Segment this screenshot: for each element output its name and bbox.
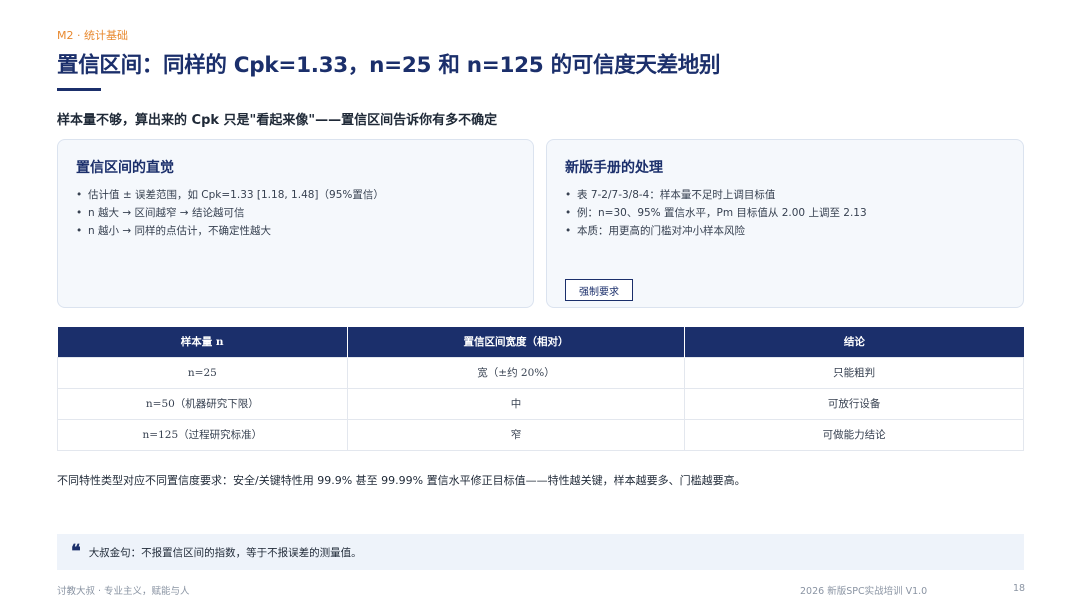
footer-course: 2026 新版SPC实战培训 V1.0 xyxy=(800,586,928,597)
table-cell: 可做能力结论 xyxy=(684,418,1024,451)
quote-box: ❝ 大叔金句：不报置信区间的指数，等于不报误差的测量值。 xyxy=(57,534,1024,570)
bullet-list: 估计值 ± 误差范围，如 Cpk=1.33 [1.18, 1.48]（95%置信… xyxy=(76,186,384,240)
card-title: 置信区间的直觉 xyxy=(76,160,174,176)
card-title: 新版手册的处理 xyxy=(565,160,663,176)
card-new-manual-handling: 新版手册的处理 表 7-2/7-3/8-4：样本量不足时上调目标值 例：n=30… xyxy=(546,139,1024,308)
table-row: n=125（过程研究标准） 窄 可做能力结论 xyxy=(57,418,1024,451)
note-text: 不同特性类型对应不同置信度要求：安全/关键特性用 99.9% 甚至 99.99%… xyxy=(57,474,746,487)
table-cell: 宽（±约 20%） xyxy=(346,356,686,389)
table-cell: 窄 xyxy=(346,418,686,451)
page-subtitle: 样本量不够，算出来的 Cpk 只是"看起来像"——置信区间告诉你有多不确定 xyxy=(57,113,498,128)
table-header-row: 样本量 n 置信区间宽度（相对） 结论 xyxy=(57,327,1024,357)
table-cell: 只能粗判 xyxy=(684,356,1024,389)
table-cell: 可放行设备 xyxy=(684,387,1024,420)
list-item: 本质：用更高的门槛对冲小样本风险 xyxy=(565,222,867,240)
table-cell: n=50（机器研究下限） xyxy=(57,387,348,420)
card-confidence-intuition: 置信区间的直觉 估计值 ± 误差范围，如 Cpk=1.33 [1.18, 1.4… xyxy=(57,139,534,308)
list-item: 例：n=30、95% 置信水平，Pm 目标值从 2.00 上调至 2.13 xyxy=(565,204,867,222)
table-row: n=25 宽（±约 20%） 只能粗判 xyxy=(57,356,1024,389)
page-number: 18 xyxy=(1013,583,1026,594)
table-cell: 中 xyxy=(346,387,686,420)
column-header-interval-width: 置信区间宽度（相对） xyxy=(347,327,686,357)
list-item: n 越大 → 区间越窄 → 结论越可信 xyxy=(76,204,384,222)
column-header-sample-size: 样本量 n xyxy=(57,327,348,357)
title-underline xyxy=(57,88,101,91)
column-header-conclusion: 结论 xyxy=(684,327,1024,357)
quote-text: 大叔金句：不报置信区间的指数，等于不报误差的测量值。 xyxy=(88,546,362,559)
bullet-list: 表 7-2/7-3/8-4：样本量不足时上调目标值 例：n=30、95% 置信水… xyxy=(565,186,867,240)
list-item: n 越小 → 同样的点估计，不确定性越大 xyxy=(76,222,384,240)
list-item: 表 7-2/7-3/8-4：样本量不足时上调目标值 xyxy=(565,186,867,204)
table-row: n=50（机器研究下限） 中 可放行设备 xyxy=(57,387,1024,420)
mandatory-tag: 强制要求 xyxy=(565,279,633,301)
section-tag: M2 · 统计基础 xyxy=(57,29,128,42)
table-cell: n=125（过程研究标准） xyxy=(57,418,348,451)
quote-mark-icon: ❝ xyxy=(71,541,81,562)
table-cell: n=25 xyxy=(57,356,348,389)
list-item: 估计值 ± 误差范围，如 Cpk=1.33 [1.18, 1.48]（95%置信… xyxy=(76,186,384,204)
footer-brand: 讨教大叔 · 专业主义，赋能与人 xyxy=(57,586,190,597)
page-title: 置信区间：同样的 Cpk=1.33，n=25 和 n=125 的可信度天差地别 xyxy=(57,53,721,78)
sample-size-table: 样本量 n 置信区间宽度（相对） 结论 n=25 宽（±约 20%） 只能粗判 … xyxy=(57,327,1024,451)
